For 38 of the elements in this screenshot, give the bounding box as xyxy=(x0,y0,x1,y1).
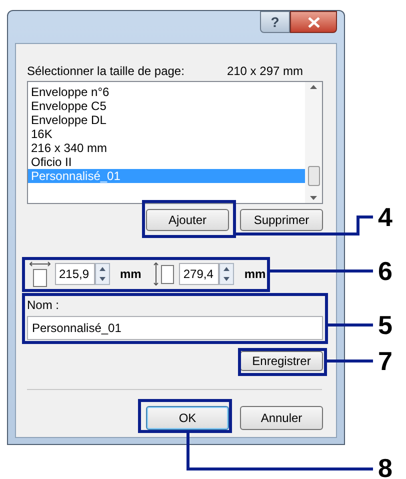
page-size-item[interactable]: Enveloppe DL xyxy=(28,113,305,127)
callout-number: 8 xyxy=(378,454,392,479)
callout-number: 4 xyxy=(378,203,392,231)
size-value: 210 x 297 mm xyxy=(226,63,303,80)
spinner-arrows-icon[interactable] xyxy=(95,263,110,285)
save-button[interactable]: Enregistrer xyxy=(240,351,323,371)
scrollbar[interactable] xyxy=(305,82,322,203)
name-field[interactable]: Personnalisé_01 xyxy=(27,316,323,340)
number-field[interactable]: 215,9 xyxy=(55,263,95,285)
callout-number: 6 xyxy=(378,257,392,285)
scroll-down-icon[interactable] xyxy=(310,196,317,200)
spinner-arrows-icon[interactable] xyxy=(219,263,234,285)
leader-line xyxy=(327,360,373,362)
page-size-item[interactable]: 216 x 340 mm xyxy=(28,141,305,155)
callout-number: 7 xyxy=(378,347,392,375)
close-button[interactable] xyxy=(290,11,337,33)
name-label: Nom : xyxy=(27,297,60,313)
scroll-up-icon[interactable] xyxy=(310,85,317,89)
leader-line xyxy=(328,324,373,326)
close-icon xyxy=(308,16,320,28)
page-size-list[interactable]: Enveloppe n°6 Enveloppe C5 Enveloppe DL 16K 216 x 340 mm Oficio II Personnalisé_01 xyxy=(27,81,323,204)
page-size-item[interactable]: Enveloppe C5 xyxy=(28,99,305,113)
page-size-item[interactable]: Oficio II xyxy=(28,155,305,169)
ok-button[interactable]: OK xyxy=(146,406,229,430)
unit-label: mm xyxy=(244,266,266,283)
add-button[interactable]: Ajouter xyxy=(146,209,229,231)
page-height-icon xyxy=(153,262,176,286)
delete-button[interactable]: Supprimer xyxy=(240,209,323,231)
callout-number: 5 xyxy=(378,311,392,339)
page-size-item[interactable]: Enveloppe n°6 xyxy=(28,85,305,99)
page-width-icon xyxy=(29,261,51,287)
number-field[interactable]: 279,4 xyxy=(179,263,220,285)
unit-label: mm xyxy=(120,266,142,283)
scroll-thumb[interactable] xyxy=(308,166,320,186)
help-button[interactable]: ? xyxy=(260,11,290,33)
size-label: Sélectionner la taille de page: xyxy=(27,63,184,80)
page-size-item[interactable]: 16K xyxy=(28,127,305,141)
cancel-button[interactable]: Annuler xyxy=(240,406,323,430)
